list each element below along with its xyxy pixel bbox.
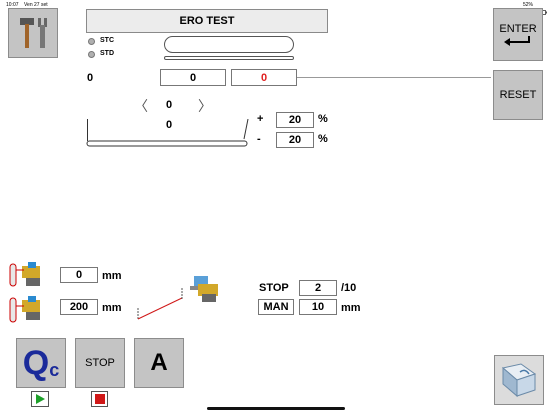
tolerance-minus-field[interactable]: 20	[276, 132, 314, 148]
reset-button[interactable]: RESET	[493, 70, 543, 120]
enter-arrow-icon	[504, 35, 530, 46]
enter-label: ENTER	[499, 22, 537, 35]
qc-button[interactable]: Q c	[16, 338, 66, 388]
stop-square-icon	[94, 394, 105, 404]
chevron-left-icon[interactable]: 〈	[134, 96, 148, 116]
tools-button[interactable]	[8, 8, 58, 58]
stop-button-label: STOP	[85, 357, 115, 369]
reset-label: RESET	[499, 89, 537, 101]
play-button[interactable]	[31, 391, 49, 407]
auto-button[interactable]: A	[134, 338, 184, 388]
std-label: STD	[100, 50, 114, 57]
selector-value: 0	[166, 99, 173, 111]
stop-value-field[interactable]: 2	[299, 280, 337, 296]
position-2-field[interactable]: 200	[60, 299, 98, 315]
tolerance-minus-unit: %	[318, 133, 328, 145]
qc-q-label: Q	[22, 344, 50, 382]
chevron-right-icon[interactable]: 〉	[198, 96, 212, 116]
enter-button[interactable]: ENTER	[493, 8, 543, 61]
position-1-field[interactable]: 0	[60, 267, 98, 283]
tolerance-plus-sign: +	[257, 113, 264, 125]
stop-label: STOP	[259, 282, 289, 294]
stc-radio[interactable]	[88, 38, 95, 45]
play-icon	[36, 394, 45, 404]
stop-unit: /10	[341, 282, 357, 294]
option-field[interactable]	[164, 36, 294, 53]
value-field-a[interactable]: 0	[160, 69, 226, 86]
man-button[interactable]: MAN	[258, 299, 294, 315]
auto-button-label: A	[150, 349, 168, 376]
battery-icon	[535, 2, 547, 15]
stop-indicator-button[interactable]	[91, 391, 108, 407]
tolerance-plus-unit: %	[318, 113, 328, 125]
manual-book-icon	[501, 363, 537, 398]
profile-bracket	[86, 118, 250, 149]
std-radio[interactable]	[88, 51, 95, 58]
row-value-left: 0	[87, 72, 94, 84]
machine-head-icon	[188, 272, 224, 306]
man-value-field[interactable]: 10	[299, 299, 337, 315]
tolerance-minus-sign: -	[257, 133, 261, 145]
wifi-icon	[512, 2, 521, 15]
position-2-unit: mm	[102, 302, 122, 314]
hammer-wrench-icon	[20, 18, 47, 48]
stc-label: STC	[100, 37, 114, 44]
tolerance-plus-field[interactable]: 20	[276, 112, 314, 128]
trajectory-diagram	[134, 284, 188, 322]
home-indicator[interactable]	[207, 407, 345, 410]
machine-position-bottom-icon	[8, 294, 56, 326]
machine-position-top-icon	[8, 260, 56, 290]
manual-button[interactable]	[494, 355, 544, 405]
value-field-b[interactable]: 0	[231, 69, 297, 86]
qc-c-label: c	[49, 360, 60, 380]
option-field-underline	[164, 56, 294, 60]
position-1-unit: mm	[102, 270, 122, 282]
program-title[interactable]: ERO TEST	[86, 9, 328, 33]
man-unit: mm	[341, 302, 361, 314]
row-divider	[297, 77, 491, 78]
stop-button[interactable]: STOP	[75, 338, 125, 388]
